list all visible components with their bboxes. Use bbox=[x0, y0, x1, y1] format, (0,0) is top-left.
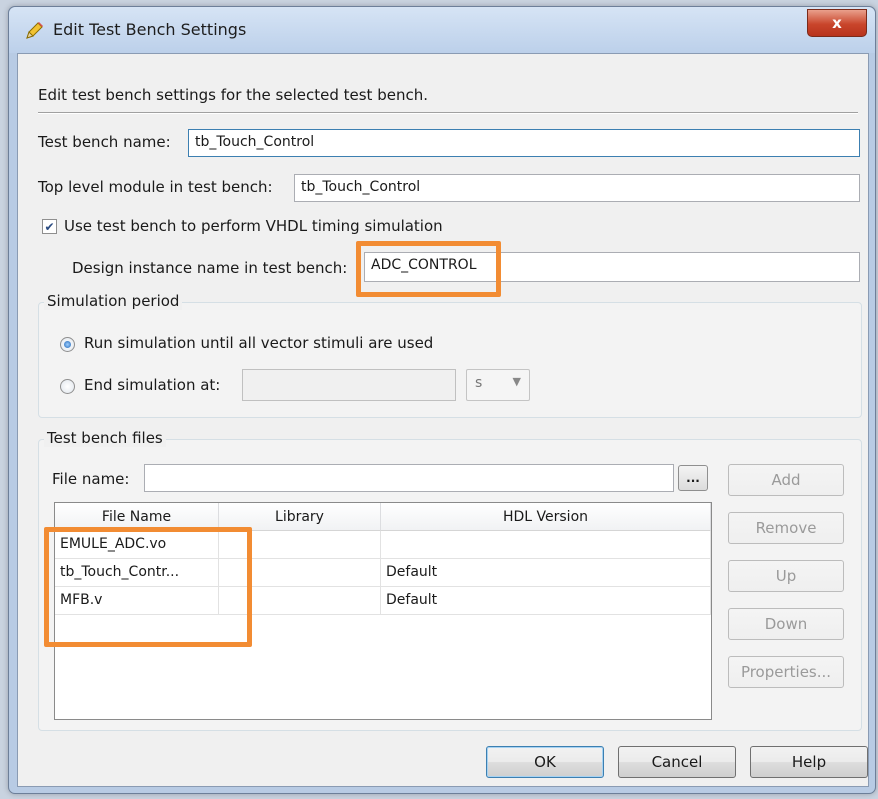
pencil-icon bbox=[26, 22, 43, 39]
top-level-module-input[interactable]: tb_Touch_Control bbox=[294, 174, 860, 202]
add-button[interactable]: Add bbox=[728, 464, 844, 496]
highlight-box-instance bbox=[356, 241, 501, 297]
help-button[interactable]: Help bbox=[750, 746, 868, 778]
dialog-client-area: Edit test bench settings for the selecte… bbox=[17, 53, 869, 787]
dialog-description: Edit test bench settings for the selecte… bbox=[38, 86, 428, 104]
column-header-hdl-version[interactable]: HDL Version bbox=[381, 503, 711, 531]
design-instance-label: Design instance name in test bench: bbox=[72, 259, 348, 277]
end-at-radio[interactable] bbox=[60, 379, 75, 394]
top-level-module-label: Top level module in test bench: bbox=[38, 178, 273, 196]
properties-button[interactable]: Properties... bbox=[728, 656, 844, 688]
run-all-radio[interactable] bbox=[60, 337, 75, 352]
dialog-window: Edit Test Bench Settings x Edit test ben… bbox=[8, 6, 876, 794]
end-at-input[interactable] bbox=[242, 369, 456, 401]
down-button[interactable]: Down bbox=[728, 608, 844, 640]
ellipsis-icon: ... bbox=[686, 471, 700, 485]
test-bench-name-input[interactable]: tb_Touch_Control bbox=[188, 129, 860, 157]
file-name-input[interactable] bbox=[144, 464, 674, 492]
simulation-period-title: Simulation period bbox=[44, 292, 183, 310]
close-icon: x bbox=[832, 14, 842, 32]
window-title: Edit Test Bench Settings bbox=[53, 20, 247, 39]
title-bar[interactable]: Edit Test Bench Settings x bbox=[9, 7, 875, 53]
end-at-label: End simulation at: bbox=[84, 376, 221, 394]
file-name-label: File name: bbox=[52, 470, 130, 488]
cancel-button[interactable]: Cancel bbox=[618, 746, 736, 778]
use-test-bench-label: Use test bench to perform VHDL timing si… bbox=[64, 217, 443, 235]
remove-button[interactable]: Remove bbox=[728, 512, 844, 544]
table-cell-hdl-version[interactable]: Default bbox=[381, 587, 711, 615]
checkmark-icon: ✔ bbox=[44, 219, 55, 234]
ok-button[interactable]: OK bbox=[486, 746, 604, 778]
table-cell-hdl-version[interactable] bbox=[381, 531, 711, 559]
run-all-label: Run simulation until all vector stimuli … bbox=[84, 334, 434, 352]
use-test-bench-checkbox[interactable]: ✔ bbox=[42, 219, 57, 234]
browse-button[interactable]: ... bbox=[678, 465, 708, 491]
table-cell-hdl-version[interactable]: Default bbox=[381, 559, 711, 587]
time-unit-select[interactable]: s ▼ bbox=[466, 369, 530, 401]
chevron-down-icon: ▼ bbox=[512, 375, 521, 388]
highlight-box-files bbox=[44, 527, 252, 647]
up-button[interactable]: Up bbox=[728, 560, 844, 592]
test-bench-files-title: Test bench files bbox=[44, 429, 166, 447]
separator bbox=[38, 112, 858, 114]
time-unit-value: s bbox=[475, 375, 483, 391]
test-bench-name-label: Test bench name: bbox=[38, 133, 171, 151]
close-button[interactable]: x bbox=[807, 9, 867, 37]
